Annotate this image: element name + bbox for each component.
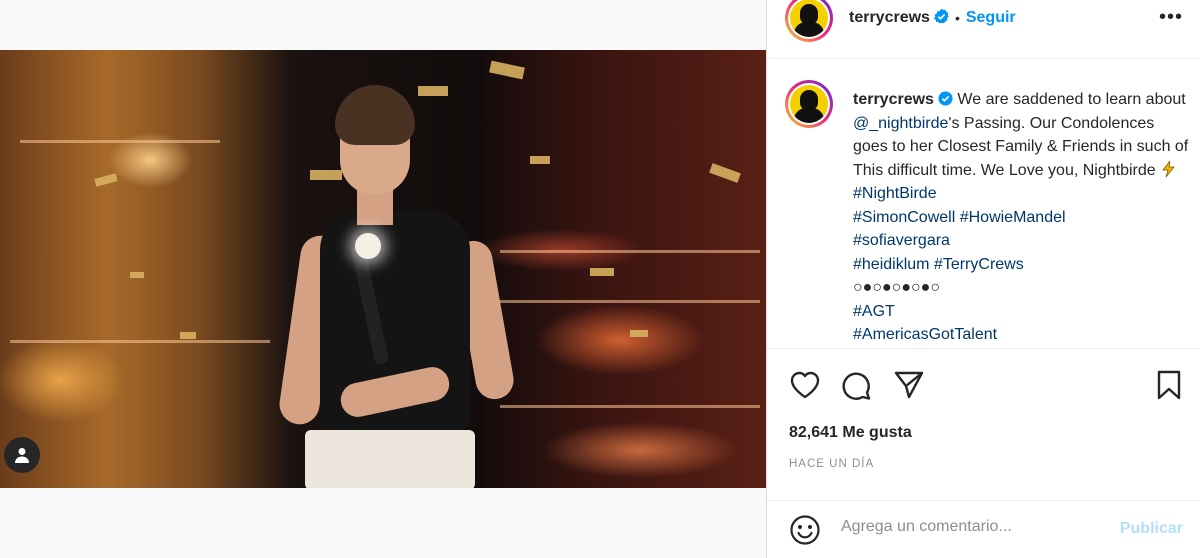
performer — [276, 85, 525, 488]
follow-button[interactable]: Seguir — [966, 9, 1016, 27]
post-photo[interactable] — [0, 50, 766, 488]
bookmark-icon[interactable] — [1155, 370, 1183, 400]
hashtag-line[interactable]: #sofiavergara — [853, 229, 1193, 253]
post-panel: terrycrews • Seguir ••• terrycrews We ar… — [766, 0, 1200, 558]
header-avatar[interactable] — [785, 0, 833, 42]
caption-username[interactable]: terrycrews — [853, 91, 934, 108]
publish-button[interactable]: Publicar — [1120, 520, 1183, 538]
hashtag-line[interactable]: #SimonCowell #HowieMandel — [853, 206, 1193, 230]
caption-text: terrycrews We are saddened to learn abou… — [853, 88, 1193, 347]
post-time[interactable]: HACE UN DÍA — [789, 458, 874, 470]
share-icon[interactable] — [893, 370, 925, 400]
emoji-icon[interactable] — [789, 514, 821, 546]
action-bar — [767, 348, 1200, 424]
header-username[interactable]: terrycrews — [849, 9, 949, 27]
verified-badge-icon — [938, 91, 953, 106]
media-area — [0, 0, 766, 558]
user-tag-icon[interactable] — [4, 437, 40, 473]
hashtag-line[interactable]: #heidiklum #TerryCrews — [853, 253, 1193, 277]
likes-count[interactable]: 82,641 Me gusta — [789, 424, 912, 442]
verified-badge-icon — [933, 9, 949, 24]
comment-input[interactable] — [841, 518, 1101, 536]
dots-line: ○●○●○●○●○ — [853, 279, 940, 296]
comment-icon[interactable] — [841, 370, 873, 400]
hashtag-line[interactable]: #AGT — [853, 300, 1193, 324]
lightning-icon — [1162, 160, 1175, 177]
hashtag-line[interactable]: #AmericasGotTalent — [853, 323, 1193, 347]
mention-link[interactable]: @_nightbirde — [853, 115, 948, 132]
post-header: terrycrews • Seguir ••• — [767, 0, 1200, 59]
more-options-icon[interactable]: ••• — [1159, 6, 1183, 29]
comment-bar: Publicar — [767, 500, 1200, 558]
caption-avatar[interactable] — [785, 80, 833, 128]
separator-dot: • — [954, 10, 960, 26]
heart-icon[interactable] — [789, 370, 821, 400]
hashtag-nightbirde[interactable]: #NightBirde — [853, 185, 937, 202]
caption-body-1: We are saddened to learn about — [957, 91, 1186, 108]
